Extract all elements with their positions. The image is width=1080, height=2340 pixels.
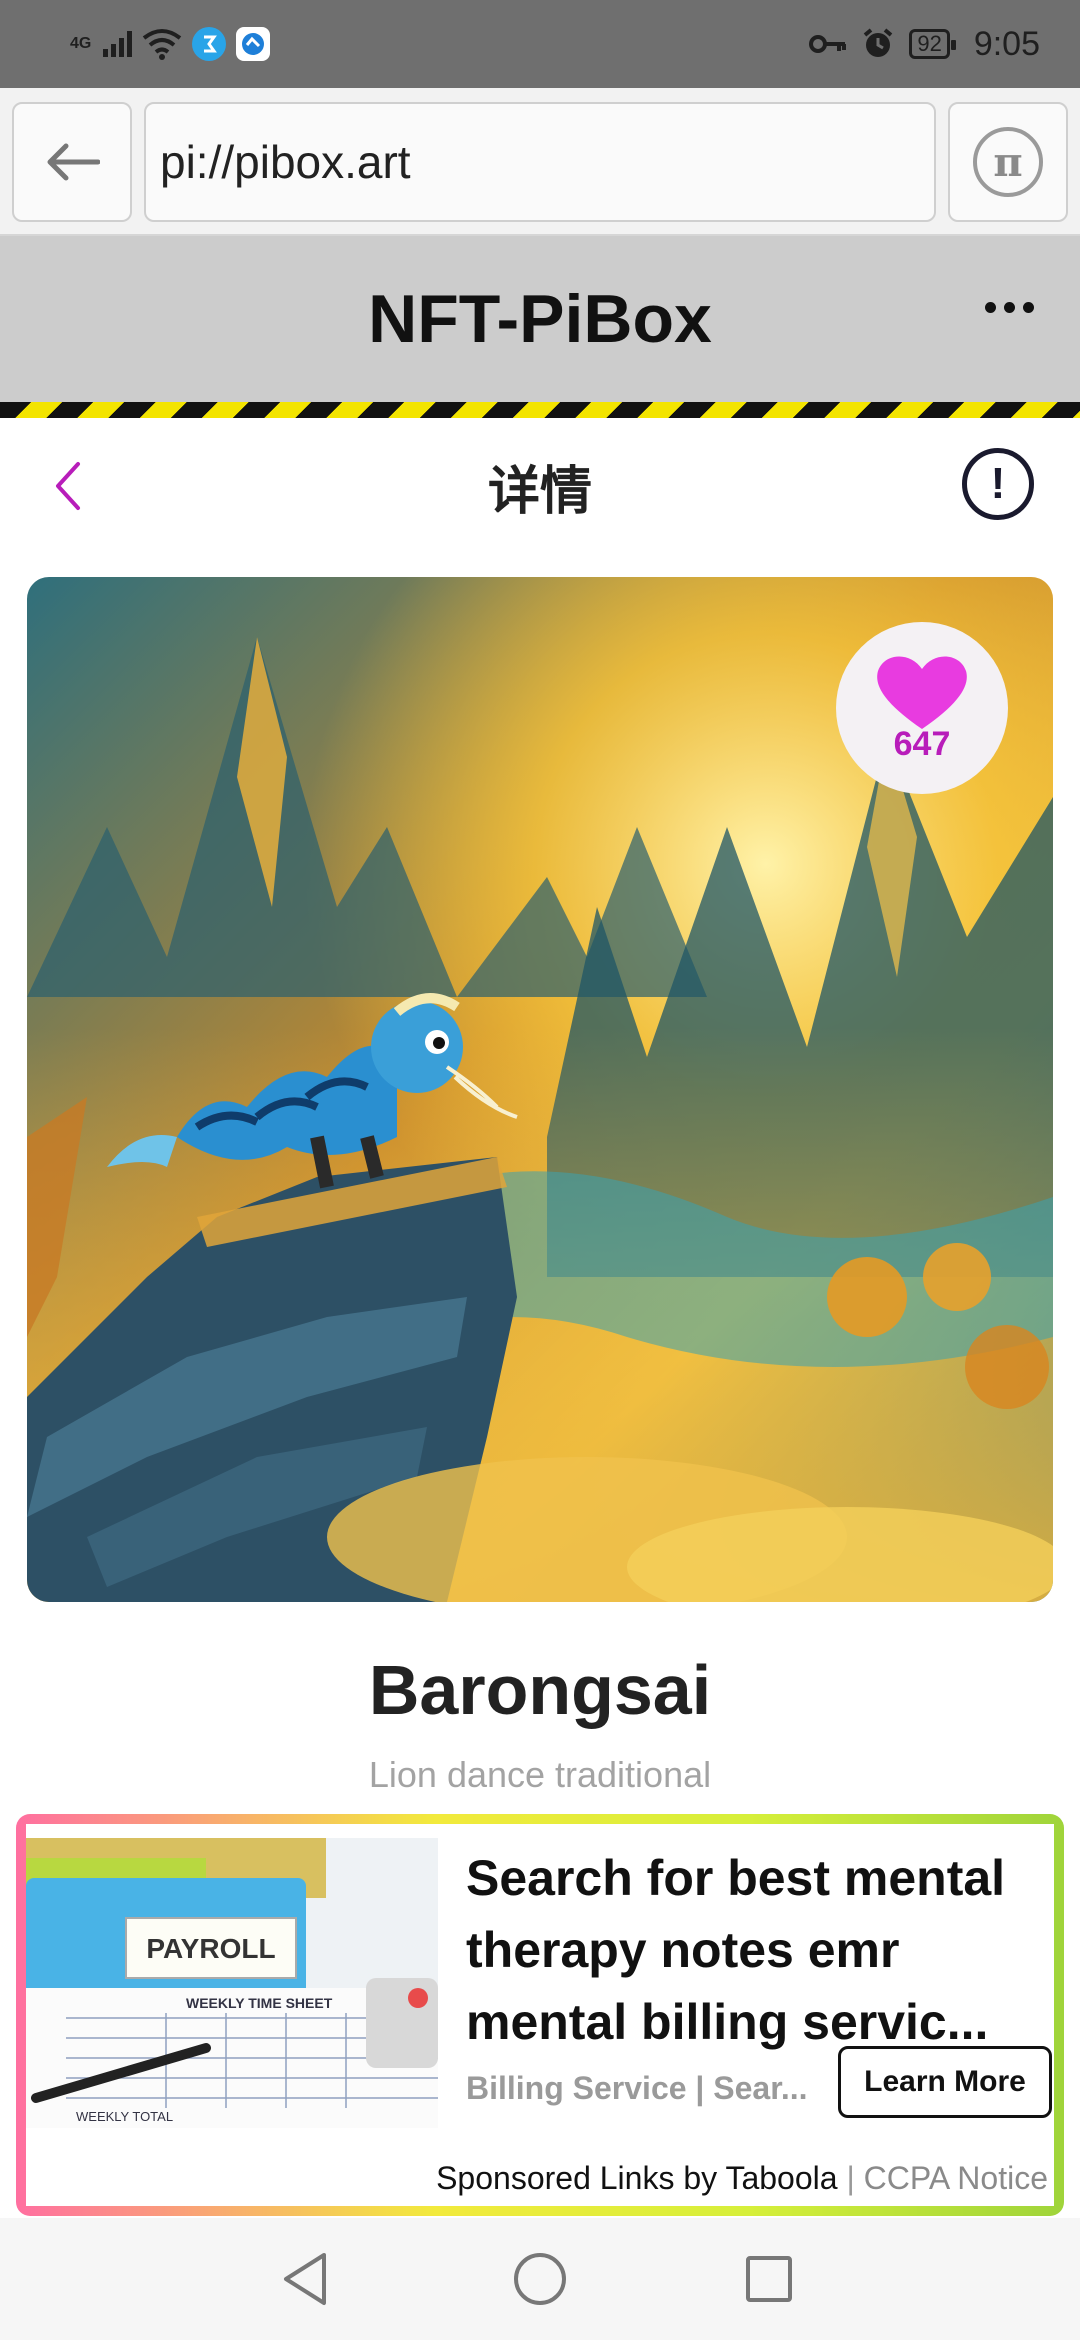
- triangle-back-icon: [284, 2253, 326, 2305]
- ad-thumb-sheet: WEEKLY TIME SHEET: [186, 1995, 333, 2011]
- learn-more-button[interactable]: Learn More: [838, 2046, 1052, 2118]
- browser-bar: pi://pibox.art π: [0, 88, 1080, 236]
- status-left: 4G: [70, 27, 271, 61]
- ad-thumbnail-image[interactable]: PAYROLL WEEKLY TIME SHEET WEEKLY TOTAL: [26, 1838, 438, 2128]
- signal-icon: [103, 31, 133, 57]
- app-header: NFT-PiBox: [0, 236, 1080, 402]
- browser-back-button[interactable]: [12, 102, 132, 222]
- square-recents-icon: [746, 2256, 792, 2302]
- system-recents-button[interactable]: [734, 2244, 804, 2314]
- page-nav: 详情 !: [0, 418, 1080, 554]
- system-home-button[interactable]: [505, 2244, 575, 2314]
- pi-browser-button[interactable]: π: [948, 102, 1068, 222]
- ad-headline[interactable]: Search for best mental therapy notes emr…: [466, 1842, 1054, 2058]
- ad-thumb-label: PAYROLL: [146, 1933, 275, 1964]
- clock: 9:05: [973, 24, 1040, 63]
- system-nav-bar: [0, 2218, 1080, 2340]
- ad-thumb-total: WEEKLY TOTAL: [76, 2109, 173, 2124]
- like-count: 647: [893, 724, 951, 763]
- app-title: NFT-PiBox: [368, 281, 712, 357]
- arrow-left-icon: [47, 143, 100, 181]
- ccpa-notice-link[interactable]: CCPA Notice: [864, 2160, 1048, 2196]
- chevron-left-icon[interactable]: [44, 456, 94, 516]
- ad-source: Billing Service | Sear...: [466, 2070, 808, 2106]
- nft-description: Lion dance traditional: [368, 1754, 712, 1795]
- circle-home-icon: [514, 2253, 566, 2305]
- battery-icon: 92: [909, 29, 957, 59]
- url-field[interactable]: pi://pibox.art: [144, 102, 936, 222]
- key-icon: [809, 35, 847, 53]
- network-type: 4G: [70, 35, 92, 52]
- app-notification-icon: [236, 27, 271, 61]
- alarm-icon: [864, 28, 893, 57]
- status-right: 92 9:05: [809, 25, 1040, 64]
- ad-card[interactable]: PAYROLL WEEKLY TIME SHEET WEEKLY TOTAL S…: [26, 1824, 1054, 2206]
- ad-footer: Sponsored Links by Taboola | CCPA Notice: [436, 2160, 1048, 2197]
- exclamation-circle-icon[interactable]: !: [962, 448, 1034, 520]
- footer-separator: |: [846, 2160, 855, 2196]
- heart-icon: [877, 655, 967, 729]
- like-button[interactable]: 647: [836, 622, 1008, 794]
- nft-name: Barongsai: [368, 1651, 712, 1729]
- app-notification-icon: [192, 27, 227, 61]
- system-back-button[interactable]: [270, 2244, 340, 2314]
- more-horizontal-icon[interactable]: [985, 302, 1034, 313]
- page-title: 详情: [487, 461, 592, 522]
- status-bar: 4G 92 9:05: [0, 0, 1080, 88]
- sponsored-ad: PAYROLL WEEKLY TIME SHEET WEEKLY TOTAL S…: [16, 1814, 1064, 2216]
- hazard-stripe-divider: [0, 402, 1080, 418]
- sponsored-links-link[interactable]: Sponsored Links by Taboola: [436, 2160, 837, 2196]
- pi-logo-icon: π: [973, 127, 1043, 197]
- wifi-icon: [143, 29, 182, 60]
